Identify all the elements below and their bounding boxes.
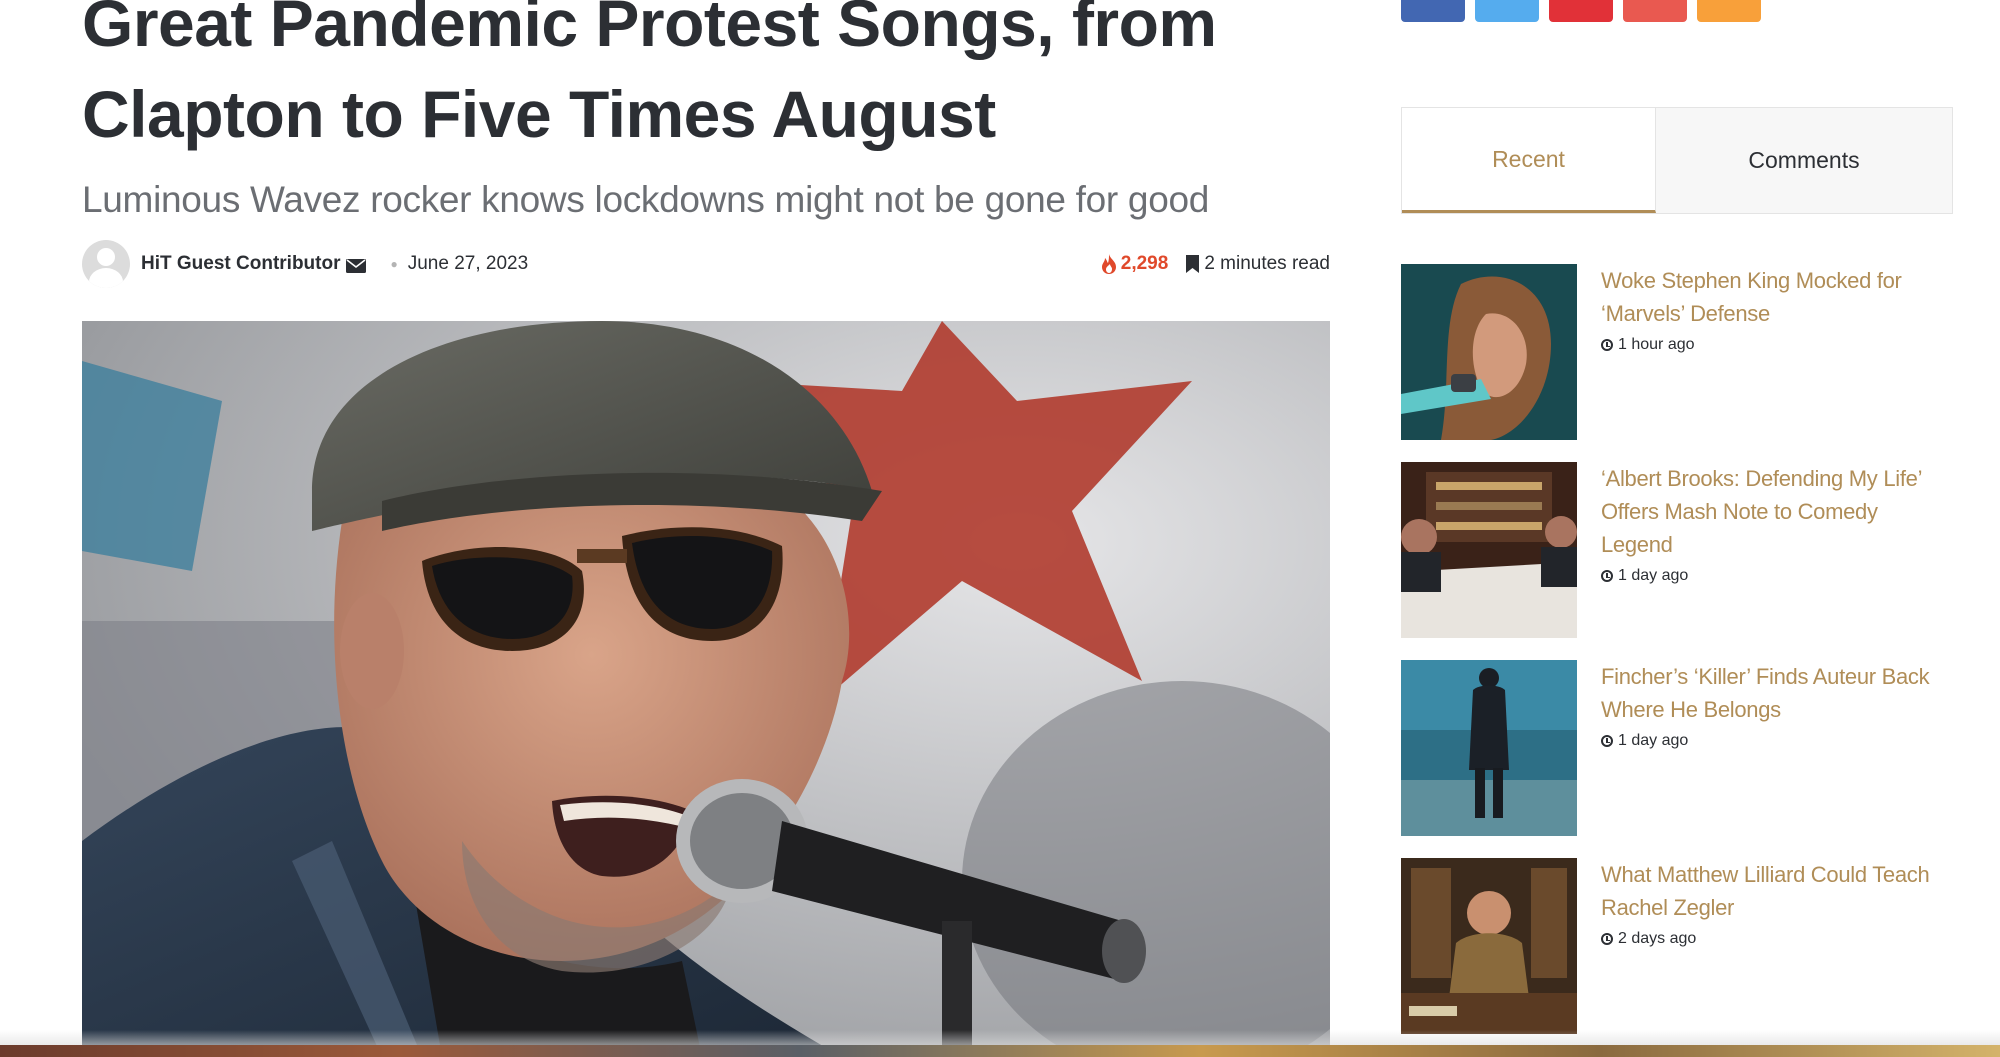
sidebar-tabs: Recent Comments [1401, 107, 1953, 214]
featured-image [82, 321, 1330, 1057]
post-time: 1 hour ago [1601, 336, 1695, 354]
views-count-value: 2,298 [1120, 253, 1169, 274]
recent-post-title-link[interactable]: Fincher’s ‘Killer’ Finds Auteur Back Whe… [1601, 660, 1951, 726]
clock-icon [1601, 735, 1613, 747]
post-time-value: 1 day ago [1618, 567, 1689, 584]
meta-separator-dot: ● [390, 257, 398, 271]
page-bottom-shadow [0, 1030, 2000, 1045]
post-thumbnail[interactable] [1401, 858, 1577, 1034]
post-time: 2 days ago [1601, 930, 1696, 948]
post-date: June 27, 2023 [407, 253, 529, 274]
facebook-share-button[interactable] [1401, 0, 1465, 22]
list-item: Woke Stephen King Mocked for ‘Marvels’ D… [1401, 264, 1961, 440]
post-time-value: 1 hour ago [1618, 336, 1695, 353]
email-share-button[interactable] [1623, 0, 1687, 22]
author-avatar[interactable] [82, 240, 130, 288]
recent-post-title-link[interactable]: ‘Albert Brooks: Defending My Life’ Offer… [1601, 462, 1951, 561]
reading-time-value: 2 minutes read [1204, 253, 1330, 274]
list-item: ‘Albert Brooks: Defending My Life’ Offer… [1401, 462, 1961, 638]
recent-post-title-link[interactable]: Woke Stephen King Mocked for ‘Marvels’ D… [1601, 264, 1951, 330]
views-count: 2,298 [1101, 253, 1169, 275]
post-subtitle: Luminous Wavez rocker knows lockdowns mi… [82, 179, 1210, 220]
recent-post-title-link[interactable]: What Matthew Lilliard Could Teach Rachel… [1601, 858, 1951, 924]
post-meta: HiT Guest Contributor ● June 27, 2023 2,… [82, 240, 1330, 288]
post-time: 1 day ago [1601, 732, 1688, 750]
list-item: Fincher’s ‘Killer’ Finds Auteur Back Whe… [1401, 660, 1961, 836]
rss-share-button[interactable] [1697, 0, 1761, 22]
post-time-value: 2 days ago [1618, 930, 1697, 947]
clock-icon [1601, 339, 1613, 351]
post-title: Great Pandemic Protest Songs, from Clapt… [82, 0, 1217, 151]
envelope-icon[interactable] [346, 257, 367, 273]
author-name-link[interactable]: HiT Guest Contributor [141, 253, 340, 275]
tab-recent[interactable]: Recent [1402, 108, 1656, 213]
clock-icon [1601, 570, 1613, 582]
post-time-value: 1 day ago [1618, 732, 1689, 749]
post-thumbnail[interactable] [1401, 264, 1577, 440]
share-buttons [1401, 0, 1761, 22]
post-thumbnail[interactable] [1401, 660, 1577, 836]
list-item: What Matthew Lilliard Could Teach Rachel… [1401, 858, 1961, 1034]
pinterest-share-button[interactable] [1549, 0, 1613, 22]
bookmark-icon [1186, 255, 1200, 273]
page-bottom-strip [0, 1045, 2000, 1057]
post-time: 1 day ago [1601, 567, 1688, 585]
flame-icon [1101, 254, 1116, 274]
tab-comments[interactable]: Comments [1656, 108, 1952, 213]
reading-time: 2 minutes read [1186, 253, 1330, 275]
twitter-share-button[interactable] [1475, 0, 1539, 22]
clock-icon [1601, 933, 1613, 945]
post-thumbnail[interactable] [1401, 462, 1577, 638]
